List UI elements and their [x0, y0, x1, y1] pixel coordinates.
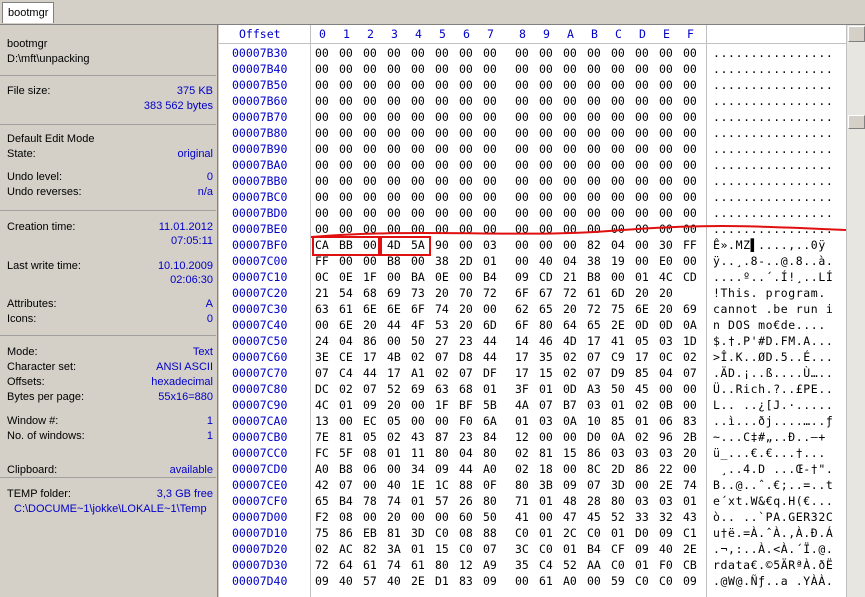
file-size-bytes: 383 562 bytes: [143, 100, 213, 112]
state-label: State:: [7, 148, 36, 160]
nwindows-row: No. of windows: 1: [7, 429, 213, 443]
window-row: Window #: 1: [7, 414, 213, 428]
offsets-row: Offsets: hexadecimal: [7, 375, 213, 389]
state-value: original: [177, 148, 213, 160]
scroll-up-button[interactable]: [848, 26, 865, 42]
undo-reverses-value: n/a: [197, 186, 213, 198]
tab-bar: bootmgr: [0, 0, 865, 25]
write-time-row: 02:06:30: [7, 273, 213, 287]
red-underline-annotation: [310, 225, 846, 238]
charset-value: ANSI ASCII: [156, 361, 213, 373]
mode-row: Mode: Text: [7, 345, 213, 359]
undo-level-row: Undo level: 0: [7, 170, 213, 184]
clipboard-value: available: [169, 464, 213, 476]
clipboard-label: Clipboard:: [7, 464, 58, 476]
icons-row: Icons: 0: [7, 312, 213, 326]
time-section: Creation time: 11.01.2012 07:05:11 Last w…: [0, 210, 216, 336]
attributes-row: Attributes: A: [7, 297, 213, 311]
file-name: bootmgr: [7, 38, 48, 50]
temp-free: 3,3 GB free: [156, 488, 213, 500]
temp-path: C:\DOCUME~1\jokke\LOKALE~1\Temp: [14, 503, 207, 515]
undo-level-label: Undo level:: [7, 171, 63, 183]
attributes-value: A: [205, 298, 213, 310]
write-time: 02:06:30: [170, 274, 213, 286]
undo-reverses-label: Undo reverses:: [7, 186, 82, 198]
nwindows-value: 1: [206, 430, 213, 442]
write-label: Last write time:: [7, 260, 81, 272]
tab-bootmgr[interactable]: bootmgr: [2, 2, 55, 23]
window-value: 1: [206, 415, 213, 427]
write-row: Last write time: 10.10.2009: [7, 259, 213, 273]
clipboard-row-main: Clipboard: available: [7, 463, 213, 477]
size-section: File size: 375 KB 383 562 bytes: [0, 75, 216, 125]
write-date: 10.10.2009: [157, 260, 213, 272]
undo-reverses-row: Undo reverses: n/a: [7, 185, 213, 199]
edit-mode: Default Edit Mode: [7, 133, 95, 145]
file-section: bootmgr D:\mft\unpacking: [0, 25, 216, 76]
mode-label: Mode:: [7, 346, 38, 358]
charset-row: Character set: ANSI ASCII: [7, 360, 213, 374]
creation-row: Creation time: 11.01.2012: [7, 220, 213, 234]
file-path: D:\mft\unpacking: [7, 53, 90, 65]
bpp-label: Bytes per page:: [7, 391, 85, 403]
icons-label: Icons:: [7, 313, 37, 325]
vertical-scrollbar[interactable]: [846, 25, 865, 597]
nwindows-label: No. of windows:: [7, 430, 85, 442]
offsets-label: Offsets:: [7, 376, 45, 388]
offsets-value: hexadecimal: [151, 376, 213, 388]
creation-date: 11.01.2012: [158, 221, 213, 233]
creation-label: Creation time:: [7, 221, 76, 233]
temp-row: TEMP folder: 3,3 GB free: [7, 487, 213, 501]
hex-view[interactable]: Offset 0123456789ABCDEF 00007B30 00 00 00 00…: [219, 25, 846, 597]
file-size-bytes-row: 383 562 bytes: [7, 99, 213, 113]
charset-label: Character set:: [7, 361, 77, 373]
creation-time-row: 07:05:11: [7, 234, 213, 248]
file-size-kb: 375 KB: [176, 85, 213, 97]
bpp-value: 55x16=880: [158, 391, 213, 403]
attributes-label: Attributes:: [7, 298, 57, 310]
icons-value: 0: [206, 313, 213, 325]
file-size-row: File size: 375 KB: [7, 84, 213, 98]
undo-level-value: 0: [206, 171, 213, 183]
window-label: Window #:: [7, 415, 59, 427]
file-size-label: File size:: [7, 85, 51, 97]
mode-section: Mode: Text Character set: ANSI ASCII Offse…: [0, 335, 216, 478]
mode-value: Text: [192, 346, 213, 358]
bpp-row: Bytes per page: 55x16=880: [7, 390, 213, 404]
edit-section: Default Edit Mode State: original Undo le…: [0, 124, 216, 211]
info-panel: bootmgr D:\mft\unpacking File size: 375 K…: [0, 25, 218, 597]
creation-time: 07:05:11: [170, 235, 213, 247]
state-row: State: original: [7, 147, 213, 161]
scroll-thumb[interactable]: [848, 115, 865, 129]
temp-label: TEMP folder:: [7, 488, 71, 500]
